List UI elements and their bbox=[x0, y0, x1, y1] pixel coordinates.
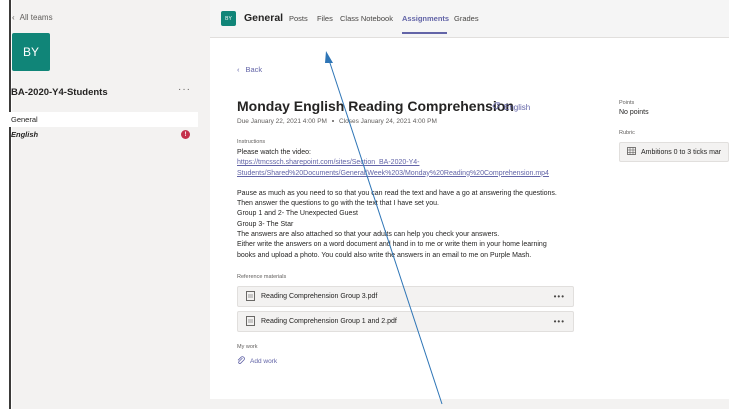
instruction-line: Group 3- The Star bbox=[237, 220, 294, 228]
assignment-title: Monday English Reading Comprehension bbox=[237, 98, 514, 114]
tag-label: English bbox=[504, 102, 531, 112]
main-content: BY General Posts Files Class Notebook As… bbox=[210, 0, 729, 409]
tab-grades[interactable]: Grades bbox=[454, 14, 479, 23]
chevron-left-icon: ‹ bbox=[237, 65, 240, 74]
file-more-options-icon[interactable]: ••• bbox=[554, 292, 565, 301]
pdf-file-icon bbox=[246, 315, 255, 328]
team-more-options-icon[interactable]: ··· bbox=[178, 84, 191, 95]
tab-files[interactable]: Files bbox=[317, 14, 333, 23]
alert-badge: ! bbox=[181, 130, 190, 139]
rubric-label: Rubric bbox=[619, 130, 635, 136]
tab-posts[interactable]: Posts bbox=[289, 14, 308, 23]
instruction-line: books and upload a photo. You could also… bbox=[237, 251, 532, 259]
file-name: Reading Comprehension Group 1 and 2.pdf bbox=[261, 318, 397, 325]
paperclip-icon bbox=[237, 356, 245, 367]
bottom-scroll-area bbox=[210, 399, 729, 409]
tag-icon bbox=[492, 102, 500, 112]
instruction-line: Pause as much as you need to so that you… bbox=[237, 189, 557, 197]
tab-class-notebook[interactable]: Class Notebook bbox=[340, 14, 393, 23]
instruction-line: Please watch the video: bbox=[237, 149, 311, 156]
active-tab-indicator bbox=[402, 32, 447, 34]
video-link[interactable]: Students/Shared%20Documents/General/Week… bbox=[237, 169, 607, 179]
team-name: BA-2020-Y4-Students bbox=[11, 87, 108, 98]
all-teams-link[interactable]: ‹ All teams bbox=[12, 13, 53, 22]
instruction-line: Either write the answers on a word docum… bbox=[237, 241, 547, 249]
video-link[interactable]: https://tmcssch.sharepoint.com/sites/Sec… bbox=[237, 158, 607, 168]
instruction-line: Then answer the questions to go with the… bbox=[237, 200, 439, 208]
close-date: Closes January 24, 2021 4:00 PM bbox=[338, 118, 437, 125]
channel-label: English bbox=[11, 130, 39, 139]
file-more-options-icon[interactable]: ••• bbox=[554, 317, 565, 326]
channel-general[interactable]: General bbox=[0, 112, 198, 127]
due-date: Due January 22, 2021 4:00 PM bbox=[237, 118, 327, 125]
instruction-line: The answers are also attached so that yo… bbox=[237, 231, 500, 239]
file-name: Reading Comprehension Group 3.pdf bbox=[261, 293, 378, 300]
instruction-line: Group 1 and 2- The Unexpected Guest bbox=[237, 210, 358, 218]
add-work-label: Add work bbox=[250, 358, 278, 365]
rubric-card[interactable]: Ambitions 0 to 3 ticks mar bbox=[619, 142, 729, 162]
points-label: Points bbox=[619, 100, 635, 106]
channel-title: General bbox=[244, 12, 284, 24]
assignment-dates: Due January 22, 2021 4:00 PM Closes Janua… bbox=[237, 118, 437, 125]
rubric-value: Ambitions 0 to 3 ticks mar bbox=[641, 148, 722, 156]
reference-file[interactable]: Reading Comprehension Group 1 and 2.pdf … bbox=[237, 311, 574, 332]
pdf-file-icon bbox=[246, 290, 255, 303]
grid-icon bbox=[627, 147, 636, 157]
points-value: No points bbox=[619, 109, 649, 116]
instructions-label: Instructions bbox=[237, 139, 266, 145]
category-tag[interactable]: English bbox=[492, 102, 530, 112]
channel-avatar: BY bbox=[221, 11, 236, 26]
separator-dot bbox=[331, 120, 334, 122]
team-avatar: BY bbox=[12, 33, 50, 71]
tab-assignments[interactable]: Assignments bbox=[402, 14, 449, 23]
reference-materials-label: Reference materials bbox=[237, 274, 287, 280]
reference-file[interactable]: Reading Comprehension Group 3.pdf ••• bbox=[237, 286, 574, 307]
my-work-label: My work bbox=[237, 344, 258, 350]
back-label: Back bbox=[245, 65, 263, 74]
channel-label: General bbox=[11, 115, 38, 124]
back-button[interactable]: ‹ Back bbox=[237, 65, 262, 74]
all-teams-label: All teams bbox=[19, 13, 53, 22]
window-left-border bbox=[9, 0, 11, 409]
channel-english[interactable]: English ! bbox=[0, 127, 198, 142]
chevron-left-icon: ‹ bbox=[12, 13, 15, 22]
add-work-button[interactable]: Add work bbox=[237, 356, 277, 367]
instructions-text: Please watch the video: https://tmcssch.… bbox=[237, 148, 607, 261]
channel-header: BY General Posts Files Class Notebook As… bbox=[210, 0, 729, 38]
